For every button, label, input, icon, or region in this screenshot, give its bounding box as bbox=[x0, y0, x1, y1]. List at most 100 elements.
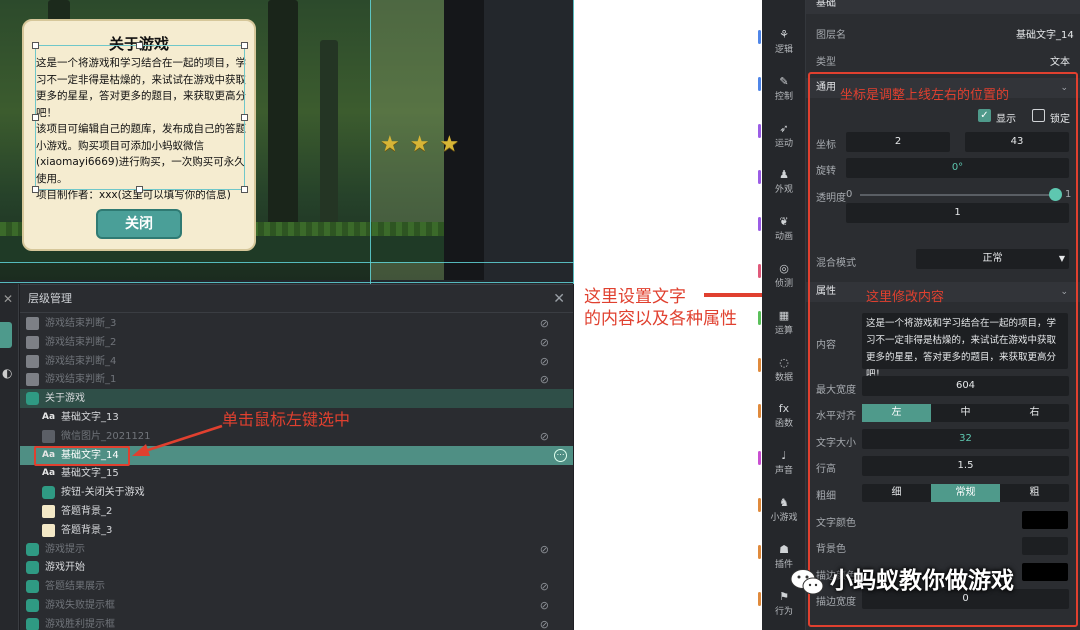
category-accent bbox=[758, 310, 761, 325]
category-8[interactable]: fx 函数 bbox=[758, 402, 806, 429]
layer-row[interactable]: Aa 基础文字_15 bbox=[20, 464, 573, 483]
category-icon: ⚘ bbox=[779, 28, 789, 41]
layer-row-label: 关于游戏 bbox=[45, 393, 85, 405]
hidden-eye-icon[interactable]: ⊘ bbox=[540, 540, 549, 559]
selection-box[interactable] bbox=[35, 45, 245, 190]
properties-panel: 基础 图层名 基础文字_14 类型 文本 通用 ⌄ ✓ 显示 锁定 坐标 2 4… bbox=[806, 0, 1080, 630]
hidden-eye-icon[interactable]: ⊘ bbox=[540, 314, 549, 333]
hidden-eye-icon[interactable]: ⊘ bbox=[540, 615, 549, 630]
layer-row[interactable]: 游戏结束判断_1 ⊘ bbox=[20, 370, 573, 389]
resize-handle[interactable] bbox=[136, 186, 143, 193]
category-3[interactable]: ♟ 外观 bbox=[758, 168, 806, 196]
layer-row[interactable]: 答题结果展示 ⊘ bbox=[20, 577, 573, 596]
close-icon[interactable]: ✕ bbox=[553, 285, 565, 313]
section-basic-header[interactable]: 基础 bbox=[806, 0, 1080, 14]
category-label: 行为 bbox=[774, 606, 793, 617]
layer-row-label: 基础文字_15 bbox=[61, 468, 119, 480]
tree-trunk bbox=[320, 40, 338, 230]
hidden-eye-icon[interactable]: ⊘ bbox=[540, 596, 549, 615]
group-layer-icon bbox=[26, 561, 39, 575]
palette-icon[interactable]: ◐ bbox=[2, 366, 12, 380]
layer-row[interactable]: 按钮-关闭关于游戏 bbox=[20, 483, 573, 502]
hidden-eye-icon[interactable]: ⊘ bbox=[540, 370, 549, 389]
layers-panel-title: 层级管理 bbox=[28, 292, 72, 305]
group-layer-icon bbox=[42, 486, 55, 500]
category-label: 动画 bbox=[774, 232, 793, 243]
layer-icon bbox=[26, 373, 39, 387]
category-label: 小游戏 bbox=[770, 513, 798, 523]
category-label: 运动 bbox=[774, 138, 793, 149]
category-accent bbox=[758, 544, 761, 559]
resize-handle[interactable] bbox=[241, 186, 248, 193]
layer-row-label: 游戏提示 bbox=[45, 543, 85, 555]
category-9[interactable]: ♩ 声音 bbox=[758, 449, 806, 476]
category-icon: ▦ bbox=[778, 308, 790, 322]
layers-panel-header: 层级管理 ✕ bbox=[20, 285, 573, 313]
layer-row[interactable]: 游戏提示 ⊘ bbox=[20, 540, 573, 559]
category-6[interactable]: ▦ 运算 bbox=[758, 308, 806, 336]
category-accent bbox=[758, 451, 761, 466]
hidden-eye-icon[interactable]: ⊘ bbox=[540, 352, 549, 371]
layer-row[interactable]: 关于游戏 bbox=[20, 389, 573, 409]
category-2[interactable]: ➶ 运动 bbox=[758, 122, 806, 149]
resize-handle[interactable] bbox=[241, 42, 248, 49]
resize-handle[interactable] bbox=[32, 186, 39, 193]
star-icon: ★ bbox=[380, 132, 400, 157]
layer-icon bbox=[42, 523, 55, 537]
annotation-click-select: 单击鼠标左键选中 bbox=[222, 410, 351, 429]
resize-handle[interactable] bbox=[241, 114, 248, 121]
category-0[interactable]: ⚘ 逻辑 bbox=[758, 28, 806, 55]
category-label: 控制 bbox=[774, 91, 793, 102]
layer-row-label: 游戏结束判断_1 bbox=[45, 374, 117, 386]
scene-canvas[interactable]: ★ ★ ★ 关于游戏 这是一个将游戏和学习结合在一起的项目，学习不一定非得是枯燥… bbox=[0, 0, 574, 284]
layer-icon bbox=[26, 335, 39, 349]
block-category-bar: ⚘ 逻辑 ✎ 控制 ➶ 运动 ♟ 外观 ❦ 动画 ◎ 侦测 ▦ 运算 ◌ 数据 fx 函数 ♩ 声音 ♞ 小游戏 ☗ 插件 ⚑ 行… bbox=[758, 0, 806, 630]
layer-row[interactable]: 游戏开始 bbox=[20, 558, 573, 577]
layer-row[interactable]: 游戏失败提示框 ⊘ bbox=[20, 596, 573, 615]
layer-row[interactable]: 游戏结束判断_2 ⊘ bbox=[20, 333, 573, 352]
layer-row-label: 答题背景_2 bbox=[61, 506, 113, 517]
category-10[interactable]: ♞ 小游戏 bbox=[758, 496, 806, 523]
category-5[interactable]: ◎ 侦测 bbox=[758, 262, 806, 289]
selection-highlight-outline bbox=[34, 446, 130, 466]
tree-trunk bbox=[268, 0, 298, 230]
category-icon: ♩ bbox=[781, 449, 787, 463]
section-basic-title: 基础 bbox=[816, 0, 836, 9]
resize-handle[interactable] bbox=[136, 42, 143, 49]
category-label: 外观 bbox=[774, 185, 793, 196]
category-accent bbox=[758, 404, 761, 419]
layer-icon bbox=[26, 354, 39, 368]
layer-row-label: 按钮-关闭关于游戏 bbox=[61, 487, 145, 499]
category-accent bbox=[758, 30, 761, 44]
resize-handle[interactable] bbox=[32, 114, 39, 121]
layer-row-label: 基础文字_13 bbox=[61, 412, 119, 423]
category-1[interactable]: ✎ 控制 bbox=[758, 75, 806, 102]
category-4[interactable]: ❦ 动画 bbox=[758, 215, 806, 243]
group-layer-icon bbox=[26, 599, 39, 612]
layer-row[interactable]: 游戏结束判断_3 ⊘ bbox=[20, 314, 573, 333]
layer-row[interactable]: 答题背景_3 bbox=[20, 521, 573, 540]
guide-line bbox=[0, 282, 574, 283]
layer-row[interactable]: 游戏胜利提示框 ⊘ bbox=[20, 615, 573, 630]
category-label: 逻辑 bbox=[774, 45, 793, 55]
category-accent bbox=[758, 357, 761, 372]
more-options-icon[interactable]: ⋯ bbox=[554, 448, 567, 462]
category-7[interactable]: ◌ 数据 bbox=[758, 356, 806, 383]
hidden-eye-icon[interactable]: ⊘ bbox=[540, 333, 549, 352]
close-icon[interactable]: ✕ bbox=[3, 292, 13, 306]
category-icon: ♟ bbox=[779, 168, 789, 182]
resize-handle[interactable] bbox=[32, 42, 39, 49]
annotation-arrow bbox=[132, 424, 223, 456]
layer-row[interactable]: 答题背景_2 bbox=[20, 502, 573, 521]
layer-row[interactable]: 游戏结束判断_4 ⊘ bbox=[20, 352, 573, 371]
close-button[interactable]: 关闭 bbox=[96, 209, 182, 239]
category-icon: fx bbox=[778, 402, 790, 416]
category-label: 数据 bbox=[774, 372, 793, 383]
layer-name-label: 图层名 bbox=[816, 30, 846, 41]
active-tab-marker[interactable] bbox=[0, 322, 12, 348]
group-layer-icon bbox=[26, 580, 39, 594]
category-11[interactable]: ☗ 插件 bbox=[758, 543, 806, 570]
layer-row-label: 游戏胜利提示框 bbox=[45, 618, 115, 630]
hidden-eye-icon[interactable]: ⊘ bbox=[540, 577, 549, 596]
hidden-eye-icon[interactable]: ⊘ bbox=[540, 427, 549, 446]
